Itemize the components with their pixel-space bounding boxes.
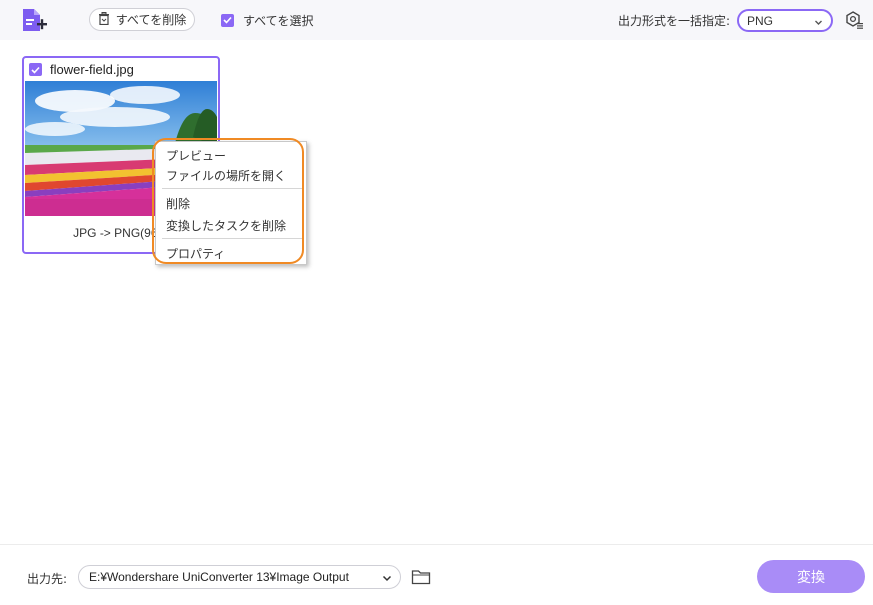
trash-icon: [98, 11, 110, 28]
checkbox-icon[interactable]: [29, 63, 42, 76]
add-file-icon[interactable]: [21, 8, 47, 34]
output-path-value: E:¥Wondershare UniConverter 13¥Image Out…: [89, 570, 349, 584]
format-dropdown[interactable]: PNG: [737, 9, 833, 32]
delete-all-button[interactable]: すべてを削除: [89, 8, 195, 31]
folder-icon[interactable]: [411, 569, 431, 585]
output-label: 出力先:: [27, 572, 68, 586]
footer-bar: 出力先: E:¥Wondershare UniConverter 13¥Imag…: [0, 544, 873, 605]
menu-item-properties[interactable]: プロパティ: [166, 245, 225, 262]
settings-icon[interactable]: [844, 10, 864, 30]
chevron-down-icon: [814, 16, 823, 30]
menu-item-delete[interactable]: 削除: [166, 195, 190, 212]
format-value: PNG: [747, 13, 774, 28]
context-menu: プレビュー ファイルの場所を開く 削除 変換したタスクを削除 プロパティ: [155, 141, 307, 265]
menu-separator: [162, 238, 302, 239]
select-all-checkbox[interactable]: すべてを選択: [221, 11, 313, 29]
format-label: 出力形式を一括指定:: [618, 14, 731, 28]
select-all-label: すべてを選択: [243, 13, 314, 28]
delete-all-label: すべてを削除: [115, 13, 187, 27]
output-path-dropdown[interactable]: E:¥Wondershare UniConverter 13¥Image Out…: [78, 565, 401, 589]
checkbox-icon: [221, 13, 234, 27]
menu-separator: [162, 188, 302, 189]
menu-item-preview[interactable]: プレビュー: [166, 147, 226, 164]
toolbar: すべてを削除 すべてを選択 出力形式を一括指定: PNG: [0, 0, 873, 40]
menu-item-open-location[interactable]: ファイルの場所を開く: [166, 167, 286, 184]
menu-item-delete-converted[interactable]: 変換したタスクを削除: [166, 217, 286, 234]
convert-button[interactable]: 変換: [757, 560, 865, 593]
file-name: flower-field.jpg: [50, 62, 134, 77]
chevron-down-icon: [382, 572, 392, 586]
